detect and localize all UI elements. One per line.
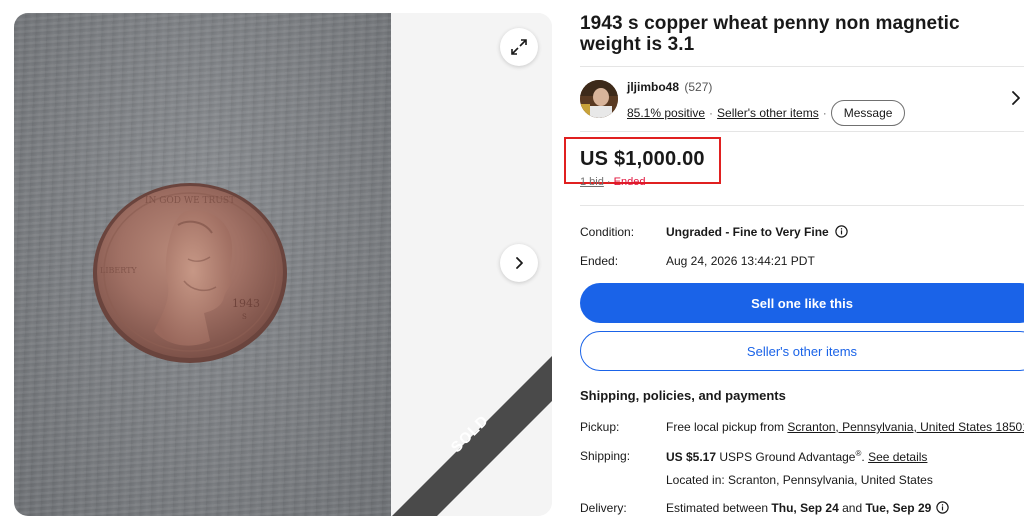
info-icon[interactable] (835, 225, 848, 238)
registered-mark: ® (855, 449, 862, 458)
divider (580, 131, 1024, 132)
separator: · (822, 106, 827, 120)
separator: · (709, 106, 714, 120)
seller-other-items-link[interactable]: Seller's other items (717, 106, 819, 120)
divider (580, 66, 1024, 67)
delivery-end: Tue, Sep 29 (865, 501, 932, 515)
pickup-location-link[interactable]: Scranton, Pennsylvania, United States 18… (787, 420, 1024, 434)
condition-value: Ungraded - Fine to Very Fine (666, 225, 829, 239)
condition-label: Condition: (580, 225, 635, 239)
condition-row: Condition: Ungraded - Fine to Very Fine (580, 225, 848, 239)
delivery-prefix: Estimated between (666, 501, 769, 515)
item-price: US $1,000.00 (580, 148, 705, 170)
see-details-link[interactable]: See details (868, 450, 927, 464)
message-button[interactable]: Message (830, 100, 906, 126)
seller-name-row: jljimbo48 (527) (627, 80, 712, 94)
seller-name-link[interactable]: jljimbo48 (627, 80, 679, 94)
shipping-value: US $5.17 USPS Ground Advantage®. See det… (666, 449, 928, 464)
item-photo[interactable]: IN GOD WE TRUST LIBERTY 1943 S (14, 13, 391, 516)
shipping-section-title: Shipping, policies, and payments (580, 388, 786, 403)
seller-meta: 85.1% positive · Seller's other items · … (627, 100, 906, 126)
svg-text:1943: 1943 (232, 297, 260, 310)
delivery-label: Delivery: (580, 501, 627, 515)
listing-info: 1943 s copper wheat penny non magnetic w… (580, 13, 1024, 55)
located-in: Located in: Scranton, Pennsylvania, Unit… (666, 473, 933, 487)
ended-row: Ended: Aug 24, 2026 13:44:21 PDT (580, 254, 815, 268)
chevron-right-icon (516, 257, 523, 269)
next-image-button[interactable] (500, 244, 538, 282)
divider (580, 205, 1024, 206)
pickup-text: Free local pickup from (666, 420, 785, 434)
svg-text:LIBERTY: LIBERTY (100, 266, 137, 275)
svg-text:S: S (242, 313, 247, 321)
shipping-price: US $5.17 (666, 450, 717, 464)
pickup-label: Pickup: (580, 420, 620, 434)
delivery-start: Thu, Sep 24 (771, 501, 839, 515)
listing-title: 1943 s copper wheat penny non magnetic w… (580, 13, 960, 55)
sell-one-like-this-button[interactable]: Sell one like this (580, 283, 1024, 323)
separator: · (606, 176, 611, 188)
ended-label: Ended: (580, 254, 619, 268)
seller-feedback-count: (527) (684, 80, 713, 94)
bid-status: 1 bid · Ended (580, 176, 645, 188)
sellers-other-items-button[interactable]: Seller's other items (580, 331, 1024, 371)
chevron-right-icon[interactable] (1010, 90, 1022, 106)
expand-button[interactable] (500, 28, 538, 66)
auction-status: Ended (613, 176, 646, 188)
bid-count-link[interactable]: 1 bid (580, 176, 604, 188)
image-gallery: IN GOD WE TRUST LIBERTY 1943 S SOLD (14, 13, 552, 516)
delivery-row: Delivery: Estimated between Thu, Sep 24 … (580, 501, 949, 515)
shipping-row: Shipping: US $5.17 USPS Ground Advantage… (580, 449, 927, 464)
shipping-label: Shipping: (580, 449, 631, 463)
delivery-value: Estimated between Thu, Sep 24 and Tue, S… (666, 501, 931, 515)
pickup-row: Pickup: Free local pickup from Scranton,… (580, 420, 1024, 434)
svg-text:IN GOD WE TRUST: IN GOD WE TRUST (145, 196, 235, 206)
expand-icon (511, 39, 527, 55)
location-row: Located in: Scranton, Pennsylvania, Unit… (580, 473, 933, 487)
ended-value: Aug 24, 2026 13:44:21 PDT (666, 254, 815, 268)
seller-avatar[interactable] (580, 80, 618, 118)
pickup-value: Free local pickup from Scranton, Pennsyl… (666, 420, 1024, 434)
shipping-service: USPS Ground Advantage (719, 450, 856, 464)
location-spacer (580, 473, 666, 487)
coin-image: IN GOD WE TRUST LIBERTY 1943 S (92, 181, 288, 364)
delivery-and: and (842, 501, 863, 515)
seller-positive-link[interactable]: 85.1% positive (627, 106, 705, 120)
seller-card: jljimbo48 (527) 85.1% positive · Seller'… (580, 80, 1024, 126)
info-icon[interactable] (936, 501, 949, 514)
